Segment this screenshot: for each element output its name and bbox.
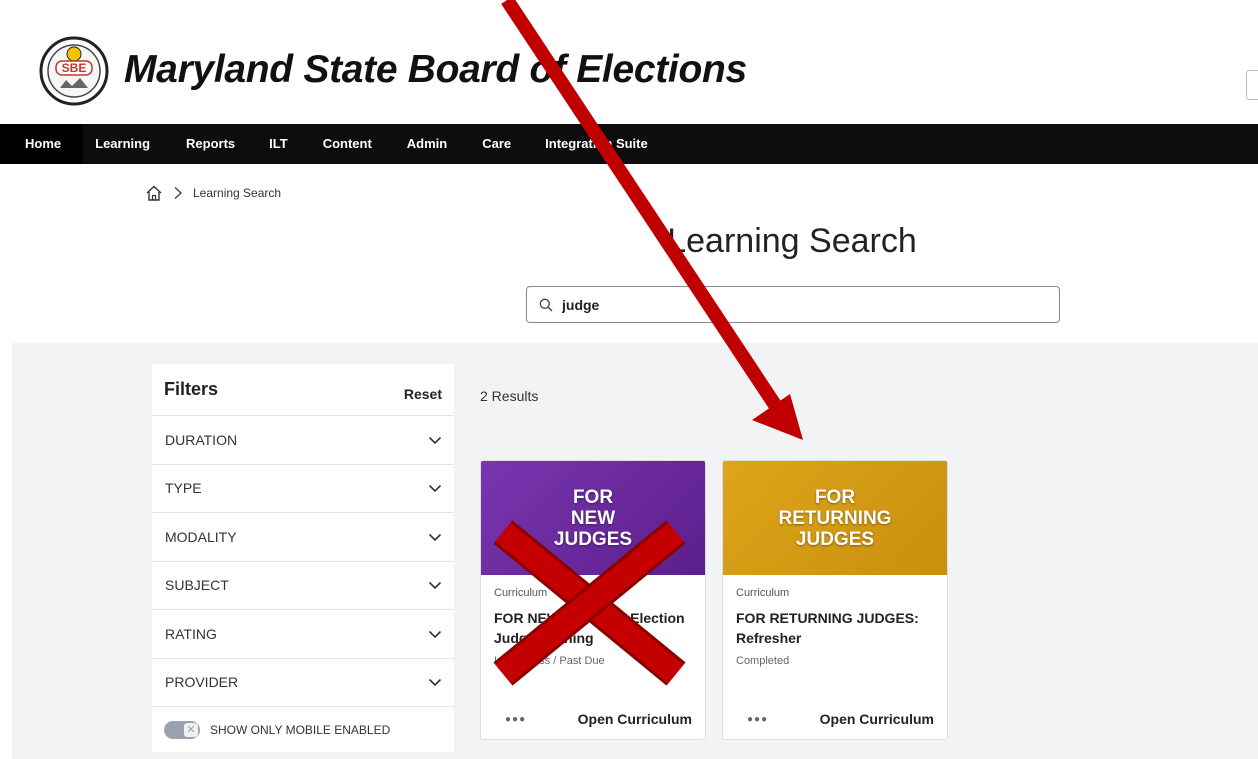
- search-icon: [539, 298, 553, 311]
- filter-type[interactable]: TYPE: [152, 465, 454, 513]
- nav-learning[interactable]: Learning: [83, 124, 168, 164]
- site-header: SBE Maryland State Board of Elections: [0, 0, 1258, 124]
- filter-label: TYPE: [165, 480, 202, 497]
- filters-panel: Filters Reset DURATION TYPE MODALITY SUB…: [152, 364, 454, 752]
- filter-rating[interactable]: RATING: [152, 610, 454, 659]
- card-type: Curriculum: [736, 587, 790, 599]
- chevron-down-icon: [428, 679, 442, 687]
- open-curriculum-button[interactable]: Open Curriculum: [578, 711, 692, 727]
- card-status: In Progress / Past Due: [494, 655, 605, 667]
- result-card[interactable]: FOR NEW JUDGES Curriculum FOR NEW JUDGES…: [480, 460, 706, 740]
- card-thumbnail[interactable]: FOR NEW JUDGES: [481, 461, 705, 575]
- search-box[interactable]: [526, 286, 1060, 323]
- main-nav: Home Learning Reports ILT Content Admin …: [0, 124, 1258, 164]
- search-input[interactable]: [562, 296, 1042, 313]
- mobile-enabled-toggle[interactable]: ✕: [164, 721, 200, 739]
- results-count: 2 Results: [480, 388, 539, 404]
- header-utility-button[interactable]: [1246, 70, 1258, 100]
- chevron-down-icon: [428, 533, 442, 541]
- filter-provider[interactable]: PROVIDER: [152, 659, 454, 707]
- svg-text:SBE: SBE: [62, 61, 87, 75]
- filters-header: Filters Reset: [152, 364, 454, 416]
- chevron-down-icon: [428, 630, 442, 638]
- toggle-off-icon: ✕: [184, 723, 198, 737]
- mobile-toggle-label: SHOW ONLY MOBILE ENABLED: [210, 723, 391, 737]
- thumb-line: JUDGES: [553, 528, 633, 550]
- card-title[interactable]: FOR NEW JUDGES: Election Judge Training: [494, 608, 693, 648]
- filter-modality[interactable]: MODALITY: [152, 513, 454, 562]
- thumb-line: JUDGES: [795, 528, 875, 550]
- mobile-enabled-filter: ✕ SHOW ONLY MOBILE ENABLED: [152, 707, 454, 753]
- breadcrumb: Learning Search: [145, 184, 281, 202]
- home-icon[interactable]: [145, 184, 163, 202]
- chevron-down-icon: [428, 436, 442, 444]
- filter-subject[interactable]: SUBJECT: [152, 562, 454, 610]
- breadcrumb-current: Learning Search: [193, 186, 282, 200]
- chevron-right-icon: [174, 186, 183, 200]
- thumb-line: RETURNING: [778, 507, 892, 529]
- filter-label: SUBJECT: [165, 577, 229, 594]
- filter-label: RATING: [165, 625, 217, 642]
- filter-duration[interactable]: DURATION: [152, 416, 454, 465]
- filters-title: Filters: [164, 379, 219, 399]
- filter-label: PROVIDER: [165, 674, 239, 691]
- filters-reset-button[interactable]: Reset: [404, 386, 442, 402]
- nav-content[interactable]: Content: [306, 124, 390, 164]
- thumb-line: FOR: [814, 486, 856, 508]
- open-curriculum-button[interactable]: Open Curriculum: [820, 711, 934, 727]
- card-type: Curriculum: [494, 587, 548, 599]
- card-thumbnail[interactable]: FOR RETURNING JUDGES: [723, 461, 947, 575]
- nav-integration-suite[interactable]: Integration Suite: [528, 124, 665, 164]
- more-options-icon[interactable]: ●●●: [747, 714, 768, 725]
- page-title: Learning Search: [667, 222, 917, 260]
- filter-label: MODALITY: [165, 528, 237, 545]
- card-status: Completed: [736, 655, 790, 667]
- thumb-line: NEW: [570, 507, 616, 529]
- chevron-down-icon: [428, 582, 442, 590]
- nav-care[interactable]: Care: [464, 124, 528, 164]
- more-options-icon[interactable]: ●●●: [505, 714, 526, 725]
- nav-admin[interactable]: Admin: [390, 124, 464, 164]
- nav-home[interactable]: Home: [0, 124, 84, 164]
- chevron-down-icon: [428, 485, 442, 493]
- site-title: Maryland State Board of Elections: [124, 48, 747, 91]
- sbe-seal-logo[interactable]: SBE: [32, 36, 116, 106]
- filter-label: DURATION: [165, 431, 238, 448]
- nav-reports[interactable]: Reports: [168, 124, 252, 164]
- nav-ilt[interactable]: ILT: [252, 124, 306, 164]
- thumb-line: FOR: [572, 486, 614, 508]
- card-title[interactable]: FOR RETURNING JUDGES: Refresher: [736, 608, 935, 648]
- result-card[interactable]: FOR RETURNING JUDGES Curriculum FOR RETU…: [722, 460, 948, 740]
